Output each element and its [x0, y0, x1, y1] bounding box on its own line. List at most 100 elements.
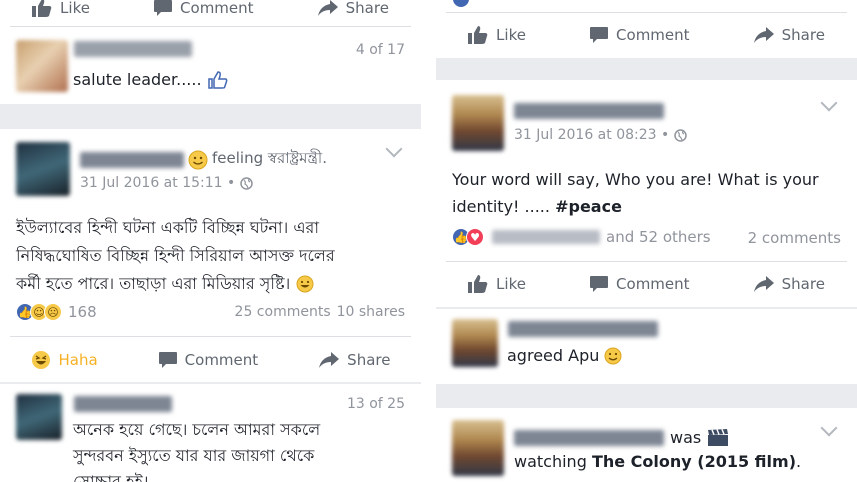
blurred-name	[508, 321, 658, 337]
smiley-emoji-icon	[604, 347, 622, 365]
separator	[436, 58, 857, 80]
comment-item: 4 of 17 salute leader.....	[0, 27, 421, 104]
like-button[interactable]: Like	[32, 0, 90, 17]
comment-button[interactable]: Comment	[590, 275, 690, 293]
comment-item: 13 of 25 অনেক হয়ে গেছে। চলেন আমরা সকলে …	[0, 384, 421, 482]
post-body: ইউল্যাবের হিন্দী ঘটনা একটি বিচ্ছিন্ন ঘটন…	[16, 214, 335, 298]
avatar[interactable]	[452, 420, 504, 476]
post-time[interactable]: 31 Jul 2016 at 15:11 •	[80, 175, 235, 191]
hashtag-link[interactable]: #peace	[555, 197, 622, 216]
post-line-group: identity! ..... #peace	[452, 193, 819, 220]
grin-emoji-icon	[296, 275, 314, 293]
comment-label: Comment	[180, 0, 254, 17]
blurred-name[interactable]	[514, 429, 664, 446]
comment-button[interactable]: Comment	[154, 0, 254, 17]
post-line-group: কর্মী হতে পারে। তাছাড়া এরা মিডিয়ার সৃষ…	[16, 270, 335, 298]
reactions-summary[interactable]: 👍 ☺ ☹ 168	[16, 303, 97, 321]
comment-body: salute leader.....	[73, 67, 228, 93]
post-time[interactable]: 31 Jul 2016 at 08:23 •	[514, 127, 669, 143]
comment-icon	[154, 0, 173, 16]
love-reaction-icon: ♥	[466, 228, 484, 246]
comment-icon	[590, 275, 609, 292]
share-label: Share	[347, 351, 391, 369]
comment-label: Comment	[616, 26, 690, 44]
blurred-names	[492, 230, 600, 244]
film-link[interactable]: The Colony (2015 film)	[592, 452, 796, 471]
comment-button[interactable]: Comment	[590, 26, 690, 44]
was-text: was	[670, 428, 702, 447]
like-button[interactable]: Like	[468, 275, 526, 293]
comment-line: সোচ্চার হই।	[73, 472, 149, 482]
post: 31 Jul 2016 at 08:23 • Your word will sa…	[436, 80, 857, 310]
post-line: ইউল্যাবের হিন্দী ঘটনা একটি বিচ্ছিন্ন ঘটন…	[16, 218, 319, 237]
comment-body: agreed Apu	[507, 343, 622, 369]
watching-text: watching	[514, 452, 587, 471]
haha-button[interactable]: Haha	[31, 350, 98, 370]
post-line: Your word will say, Who you are! What is…	[452, 170, 819, 189]
comment-label: Comment	[184, 351, 259, 369]
smiley-feeling-icon	[188, 150, 208, 169]
like-label: Like	[496, 275, 526, 293]
share-arrow-icon	[753, 276, 774, 292]
share-arrow-icon	[753, 27, 774, 43]
globe-icon	[674, 128, 688, 142]
avatar[interactable]	[452, 319, 498, 367]
comment-icon	[158, 351, 177, 368]
engagement-counts: 25 comments 10 shares	[235, 304, 405, 320]
globe-icon	[240, 176, 254, 190]
chevron-down-icon[interactable]	[385, 140, 403, 158]
clapperboard-icon	[708, 428, 729, 446]
sad-reaction-icon: ☹	[44, 303, 62, 321]
activity-line: watching The Colony (2015 film).	[514, 452, 801, 471]
comment-line: অনেক হয়ে গেছে। চলেন আমরা সকলে	[73, 420, 321, 439]
chevron-down-icon[interactable]	[820, 419, 838, 437]
post-meta: 31 Jul 2016 at 08:23 •	[514, 127, 688, 143]
avatar[interactable]	[16, 142, 70, 196]
share-button[interactable]: Share	[317, 0, 389, 17]
reactions-summary	[452, 0, 470, 8]
haha-label: Haha	[58, 351, 98, 369]
reactions-summary[interactable]: 👍 ♥ and 52 others	[452, 228, 711, 246]
blurred-name[interactable]	[80, 151, 184, 168]
shares-count[interactable]: 10 shares	[337, 304, 405, 320]
haha-emoji-icon	[31, 351, 50, 369]
comment-counter: 4 of 17	[355, 42, 405, 58]
share-button[interactable]: Share	[753, 275, 825, 293]
share-label: Share	[781, 26, 825, 44]
post: was watching The Colony (2015 film).	[436, 408, 857, 482]
avatar[interactable]	[452, 95, 504, 151]
post-action-bar: Like Comment Share	[436, 262, 857, 306]
comment-button[interactable]: Comment	[158, 351, 259, 369]
post-body: Your word will say, Who you are! What is…	[452, 166, 819, 220]
comment-text: salute leader.....	[73, 70, 202, 89]
post-line: নিষিদ্ধঘোষিত বিচ্ছিন্ন হিন্দী সিরিয়াল আ…	[16, 246, 335, 265]
post-header: was	[514, 428, 729, 447]
separator	[436, 384, 857, 408]
avatar[interactable]	[16, 394, 62, 440]
left-screenshot: Like Comment Share 4 of 17 salute leader…	[0, 0, 421, 482]
thumbs-up-outline-icon	[207, 71, 227, 89]
comments-count[interactable]: 2 comments	[748, 229, 841, 247]
top-action-bar: Like Comment Share	[436, 13, 857, 57]
comment-line: সুন্দরবন ইস্যুতে যার যার জায়গা থেকে	[73, 446, 315, 465]
comment-text: agreed Apu	[507, 346, 600, 365]
like-label: Like	[60, 0, 90, 17]
blurred-name[interactable]	[514, 103, 664, 119]
share-button[interactable]: Share	[753, 26, 825, 44]
like-label: Like	[496, 26, 526, 44]
post-line: identity! .....	[452, 197, 550, 216]
comment-counter: 13 of 25	[346, 396, 405, 412]
post-header: feeling স্বরাষ্ট্রমন্ত্রী.	[80, 147, 327, 172]
thumbs-up-icon	[32, 0, 52, 17]
comment-label: Comment	[616, 275, 690, 293]
chevron-down-icon[interactable]	[820, 94, 838, 112]
blurred-name	[74, 396, 172, 412]
share-button[interactable]: Share	[319, 351, 390, 369]
avatar[interactable]	[16, 40, 68, 92]
feeling-text: feeling স্বরাষ্ট্রমন্ত্রী.	[212, 149, 327, 167]
gutter	[421, 0, 436, 482]
comments-count[interactable]: 25 comments	[235, 304, 331, 320]
like-button[interactable]: Like	[468, 26, 526, 44]
comment-icon	[590, 26, 609, 43]
post: feeling স্বরাষ্ট্রমন্ত্রী. 31 Jul 2016 a…	[0, 129, 421, 382]
